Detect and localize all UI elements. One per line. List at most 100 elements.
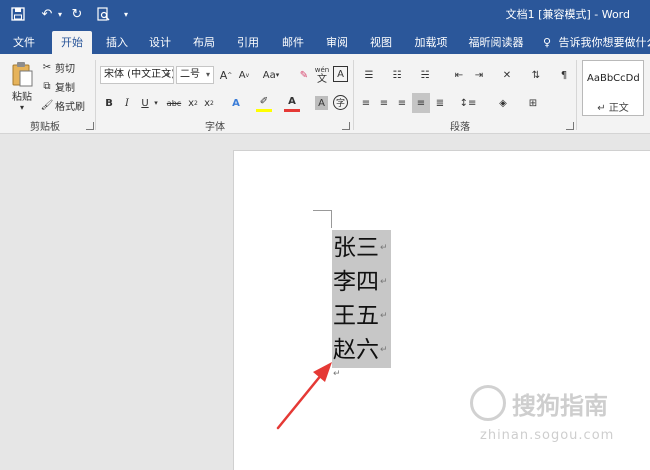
paragraph-launcher-icon[interactable]	[566, 122, 574, 130]
superscript-icon[interactable]: x2	[202, 94, 216, 112]
style-name: ↵ 正文	[597, 103, 629, 114]
character-border-icon[interactable]: A	[333, 66, 348, 82]
copy-icon[interactable]: ⧉	[40, 79, 54, 93]
chevron-down-icon: ▾	[165, 70, 170, 79]
ribbon-tabs: 文件 开始 插入 设计 布局 引用 邮件 审阅 视图 加载项 福昕阅读器 ♀ 告…	[0, 28, 650, 54]
print-preview-icon[interactable]	[94, 4, 112, 24]
font-name-value: 宋体 (中文正文)	[104, 69, 174, 80]
customize-qat-icon[interactable]: ▾	[120, 4, 132, 24]
tab-home[interactable]: 开始	[52, 31, 92, 54]
watermark-url: zhinan.sogou.com	[480, 428, 615, 443]
line-text: 王五	[333, 303, 379, 329]
line-text: 李四	[333, 269, 379, 295]
window-title: 文档1 [兼容模式] - Word	[505, 8, 630, 21]
bold-icon[interactable]: B	[102, 94, 116, 112]
phonetic-char: 文	[317, 74, 327, 85]
clear-formatting-icon[interactable]: ✎	[296, 66, 312, 84]
justify-icon[interactable]: ≡	[412, 93, 430, 113]
tab-mailings[interactable]: 邮件	[273, 31, 313, 54]
divider	[95, 60, 96, 130]
grow-font-icon[interactable]: A ^	[218, 66, 234, 84]
tab-addins[interactable]: 加载项	[408, 31, 454, 54]
tab-view[interactable]: 视图	[361, 31, 401, 54]
increase-indent-icon[interactable]: ⇥	[470, 66, 488, 84]
tab-foxit[interactable]: 福昕阅读器	[463, 31, 529, 54]
align-right-icon[interactable]: ≡	[394, 94, 410, 112]
align-center-icon[interactable]: ≡	[376, 94, 392, 112]
tab-file[interactable]: 文件	[4, 31, 44, 54]
enclose-characters-icon[interactable]: 字	[333, 95, 348, 110]
text-line[interactable]: 李四↵	[333, 265, 388, 299]
watermark-text: 搜狗指南	[512, 392, 608, 420]
copy-button[interactable]: 复制	[55, 79, 81, 94]
borders-icon[interactable]: ⊞	[522, 94, 544, 112]
paragraph-mark: ↵	[380, 311, 388, 321]
title-bar: ↶ ▾ ↻ ▾ 文档1 [兼容模式] - Word	[0, 0, 650, 28]
font-size-combo[interactable]: 二号 ▾	[176, 66, 214, 84]
tab-review[interactable]: 审阅	[317, 31, 357, 54]
save-icon[interactable]	[8, 4, 28, 24]
paragraph-mark: ↵	[333, 369, 341, 379]
style-normal[interactable]: AaBbCcDd ↵ 正文	[582, 60, 644, 116]
tab-layout[interactable]: 布局	[184, 31, 224, 54]
font-group-label: 字体	[205, 122, 225, 133]
paragraph-mark: ↵	[380, 345, 388, 355]
subscript-icon[interactable]: x2	[186, 94, 200, 112]
change-case-button[interactable]: Aa ▾	[258, 66, 284, 84]
document-page[interactable]	[233, 150, 650, 470]
strikethrough-icon[interactable]: abc	[164, 94, 184, 112]
multilevel-list-icon[interactable]: ☵	[414, 66, 436, 84]
paragraph-mark: ↵	[380, 277, 388, 287]
shrink-font-icon[interactable]: Av	[236, 66, 252, 84]
undo-dropdown-icon[interactable]: ▾	[56, 4, 64, 24]
chevron-down-icon: ▾	[275, 71, 280, 79]
tab-insert[interactable]: 插入	[97, 31, 137, 54]
underline-dropdown-icon[interactable]: ▾	[152, 94, 160, 112]
phonetic-guide-button[interactable]: wén 文	[314, 64, 330, 86]
font-color-icon[interactable]: A	[284, 94, 300, 112]
show-marks-icon[interactable]: ¶	[556, 66, 572, 84]
margin-corner-mark	[313, 210, 332, 211]
highlight-color-icon[interactable]: ✐	[256, 94, 272, 112]
watermark-logo-icon	[470, 385, 506, 421]
paste-button[interactable]: 粘贴	[8, 88, 36, 103]
divider	[353, 60, 354, 130]
italic-icon[interactable]: I	[120, 94, 134, 112]
font-launcher-icon[interactable]	[342, 122, 350, 130]
paste-dropdown-icon[interactable]: ▾	[8, 102, 36, 112]
redo-icon[interactable]: ↻	[68, 4, 86, 24]
clipboard-launcher-icon[interactable]	[86, 122, 94, 130]
clipboard-group-label: 剪贴板	[30, 122, 60, 133]
undo-icon[interactable]: ↶	[38, 4, 56, 24]
text-effects-icon[interactable]: A	[228, 94, 244, 112]
cut-button[interactable]: 剪切	[55, 60, 81, 75]
line-text: 张三	[333, 235, 379, 261]
paragraph-mark: ↵	[380, 243, 388, 253]
sort-icon[interactable]: ⇅	[528, 66, 544, 84]
decrease-indent-icon[interactable]: ⇤	[450, 66, 468, 84]
format-painter-icon[interactable]: 🖌	[40, 98, 54, 112]
divider	[576, 60, 577, 130]
tell-me-text: 告诉我你想要做什么	[558, 36, 650, 49]
shading-icon[interactable]: ◈	[492, 94, 514, 112]
paste-icon[interactable]	[8, 60, 36, 88]
text-line[interactable]: 赵六↵	[333, 333, 388, 367]
font-name-combo[interactable]: 宋体 (中文正文) ▾	[100, 66, 174, 84]
bullets-icon[interactable]: ☰	[358, 66, 380, 84]
text-line[interactable]: 王五↵	[333, 299, 388, 333]
align-left-icon[interactable]: ≡	[358, 94, 374, 112]
character-shading-icon[interactable]: A	[315, 96, 328, 110]
underline-icon[interactable]: U	[138, 94, 152, 112]
tab-design[interactable]: 设计	[140, 31, 180, 54]
line-text: 赵六	[333, 337, 379, 363]
tell-me-box[interactable]: ♀ 告诉我你想要做什么	[543, 31, 650, 54]
distributed-icon[interactable]: ≣	[432, 94, 448, 112]
format-painter-button[interactable]: 格式刷	[55, 98, 91, 113]
numbering-icon[interactable]: ☷	[386, 66, 408, 84]
cut-icon[interactable]: ✂	[40, 60, 54, 74]
tab-references[interactable]: 引用	[228, 31, 268, 54]
line-spacing-icon[interactable]: ↕≡	[456, 94, 480, 112]
font-size-value: 二号	[180, 69, 200, 80]
chinese-layout-icon[interactable]: ✕	[496, 66, 518, 84]
text-line[interactable]: 张三↵	[333, 231, 388, 265]
